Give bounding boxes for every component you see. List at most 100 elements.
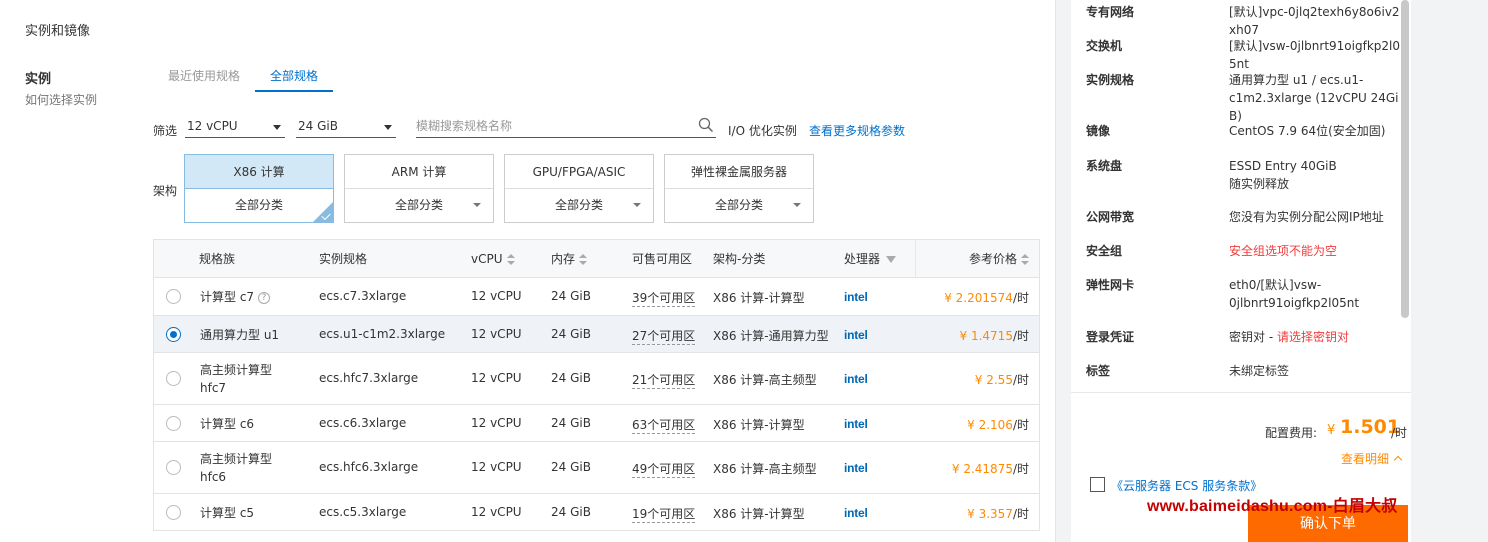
- summary-value-line: 安全组选项不能为空: [1229, 244, 1338, 258]
- summary-value: 密钥对 - 请选择密钥对: [1229, 328, 1404, 346]
- chevron-down-icon: [273, 125, 281, 130]
- spec-search-input[interactable]: [416, 116, 686, 136]
- tab-all-specs[interactable]: 全部规格: [255, 62, 334, 92]
- vcpu-select[interactable]: 12 vCPU: [185, 116, 285, 138]
- cell-family: 高主频计算型 hfc6: [200, 450, 272, 486]
- summary-scrollbar[interactable]: [1401, 0, 1409, 318]
- arch-category-value: 全部分类: [554, 198, 603, 212]
- arch-card-gpu[interactable]: GPU/FPGA/ASIC 全部分类: [504, 154, 654, 223]
- tab-recent-specs[interactable]: 最近使用规格: [153, 62, 255, 92]
- price-unit: /时: [1012, 329, 1029, 343]
- summary-value-line: eth0/[默认]vsw-: [1229, 278, 1322, 292]
- table-row[interactable]: 高主频计算型 hfc7 ecs.hfc7.3xlarge 12 vCPU 24 GiB 2…: [154, 353, 1039, 405]
- watermark: www.baimeidashu.com-白眉大叔: [1147, 498, 1398, 515]
- row-radio[interactable]: [166, 371, 181, 386]
- chevron-down-icon: [473, 203, 481, 207]
- price-unit: /时: [1012, 291, 1029, 305]
- col-family: 规格族: [199, 252, 236, 266]
- table-row[interactable]: 计算型 c6 ecs.c6.3xlarge 12 vCPU 24 GiB 63个可用区 X…: [154, 405, 1039, 442]
- cell-price: ¥ 1.4715/时: [960, 327, 1029, 344]
- arch-card-arm[interactable]: ARM 计算 全部分类: [344, 154, 494, 223]
- arch-category-select[interactable]: 全部分类: [345, 189, 493, 222]
- table-row[interactable]: 计算型 c7? ecs.c7.3xlarge 12 vCPU 24 GiB 39个可用区…: [154, 278, 1039, 316]
- cell-zones-text[interactable]: 39个可用区: [632, 291, 696, 307]
- cell-arch-text: X86 计算-计算型: [713, 291, 805, 305]
- summary-value: [默认]vpc-0jlq2texh6y8o6iv2xh07: [1229, 3, 1404, 39]
- price-unit: /时: [1012, 418, 1029, 432]
- summary-key: 专有网络: [1086, 5, 1135, 19]
- cell-memory-text: 24 GiB: [551, 460, 591, 474]
- cell-vcpu-text: 12 vCPU: [471, 416, 522, 430]
- cell-spec: ecs.u1-c1m2.3xlarge: [319, 327, 445, 341]
- arch-category-select[interactable]: 全部分类: [185, 189, 333, 222]
- cell-zones: 49个可用区: [632, 460, 696, 478]
- summary-value-line: [默认]vpc-0jlq2texh6y8o6iv2xh07: [1229, 5, 1400, 37]
- cell-vcpu: 12 vCPU: [471, 416, 522, 430]
- cell-arch-text: X86 计算-计算型: [713, 507, 805, 521]
- sort-icon[interactable]: [506, 253, 515, 266]
- more-spec-params-link[interactable]: 查看更多规格参数: [809, 122, 905, 139]
- cell-zones-text[interactable]: 63个可用区: [632, 418, 696, 434]
- price-value: ¥ 1.4715: [959, 329, 1013, 343]
- cell-zones: 63个可用区: [632, 416, 696, 434]
- table-row[interactable]: 通用算力型 u1 ecs.u1-c1m2.3xlarge 12 vCPU 24 GiB…: [154, 316, 1039, 353]
- price-unit: /时: [1012, 373, 1029, 387]
- cell-memory: 24 GiB: [551, 289, 591, 303]
- select-keypair-link[interactable]: 请选择密钥对: [1277, 330, 1349, 344]
- sort-icon[interactable]: [579, 253, 588, 266]
- view-details-link[interactable]: 查看明细: [1341, 450, 1403, 467]
- terms-checkbox[interactable]: [1090, 477, 1105, 492]
- sort-icon[interactable]: [1021, 253, 1029, 266]
- chevron-down-icon: [633, 203, 641, 207]
- col-vcpu[interactable]: vCPU: [471, 240, 515, 278]
- view-details-label: 查看明细: [1341, 452, 1390, 466]
- cell-arch-text: X86 计算-高主频型: [713, 462, 817, 476]
- summary-value: 未绑定标签: [1229, 362, 1404, 380]
- cell-spec: ecs.c6.3xlarge: [319, 416, 406, 430]
- arch-category-select[interactable]: 全部分类: [665, 189, 813, 222]
- cell-zones-text[interactable]: 27个可用区: [632, 329, 696, 345]
- cell-zones-text[interactable]: 49个可用区: [632, 462, 696, 478]
- table-row[interactable]: 计算型 c5 ecs.c5.3xlarge 12 vCPU 24 GiB 19个可用区 X…: [154, 494, 1039, 531]
- cell-memory-text: 24 GiB: [551, 289, 591, 303]
- table-row[interactable]: 高主频计算型 hfc6 ecs.hfc6.3xlarge 12 vCPU 24 GiB 4…: [154, 442, 1039, 494]
- cell-zones-text[interactable]: 19个可用区: [632, 507, 696, 523]
- arch-card-bare-metal[interactable]: 弹性裸金属服务器 全部分类: [664, 154, 814, 223]
- instance-help-link[interactable]: 如何选择实例: [25, 91, 97, 108]
- arch-card-x86[interactable]: X86 计算 全部分类: [184, 154, 334, 223]
- cell-family-line: 计算型 c5: [200, 506, 255, 520]
- intel-logo: intel: [844, 372, 868, 386]
- summary-value-line: 通用算力型 u1 / ecs.u1-: [1229, 73, 1364, 87]
- arch-label: 架构: [153, 184, 178, 198]
- col-memory-label: 内存: [551, 252, 576, 266]
- cell-zones: 39个可用区: [632, 289, 696, 307]
- intel-logo: intel: [844, 290, 868, 304]
- cell-price: ¥ 2.201574/时: [944, 289, 1029, 306]
- memory-select[interactable]: 24 GiB: [296, 116, 396, 138]
- filter-icon[interactable]: [886, 256, 897, 263]
- cell-vcpu-text: 12 vCPU: [471, 505, 522, 519]
- summary-key: 弹性网卡: [1086, 278, 1135, 292]
- row-radio[interactable]: [166, 505, 181, 520]
- row-radio[interactable]: [166, 460, 181, 475]
- search-icon[interactable]: [698, 117, 714, 133]
- instance-label: 实例: [25, 72, 52, 87]
- cell-zones-text[interactable]: 21个可用区: [632, 373, 696, 389]
- col-processor[interactable]: 处理器: [844, 240, 897, 278]
- summary-value: CentOS 7.9 64位(安全加固): [1229, 122, 1404, 140]
- col-price[interactable]: 参考价格: [969, 240, 1029, 278]
- row-radio[interactable]: [166, 289, 181, 304]
- cell-arch-text: X86 计算-计算型: [713, 418, 805, 432]
- help-icon[interactable]: ?: [258, 291, 271, 304]
- row-radio[interactable]: [166, 327, 181, 342]
- cell-spec-text: ecs.hfc6.3xlarge: [319, 460, 419, 474]
- instance-image-panel: 实例和镜像 实例 如何选择实例 最近使用规格 全部规格 筛选 12 vCPU 2…: [0, 0, 1056, 542]
- col-memory[interactable]: 内存: [551, 240, 588, 278]
- summary-value-line: 随实例释放: [1229, 177, 1290, 191]
- cell-family-line: 通用算力型 u1: [200, 328, 280, 342]
- cell-memory-text: 24 GiB: [551, 371, 591, 385]
- arch-category-select[interactable]: 全部分类: [505, 189, 653, 222]
- summary-key: 安全组: [1086, 244, 1123, 258]
- row-radio[interactable]: [166, 416, 181, 431]
- cell-spec-text: ecs.c7.3xlarge: [319, 289, 407, 303]
